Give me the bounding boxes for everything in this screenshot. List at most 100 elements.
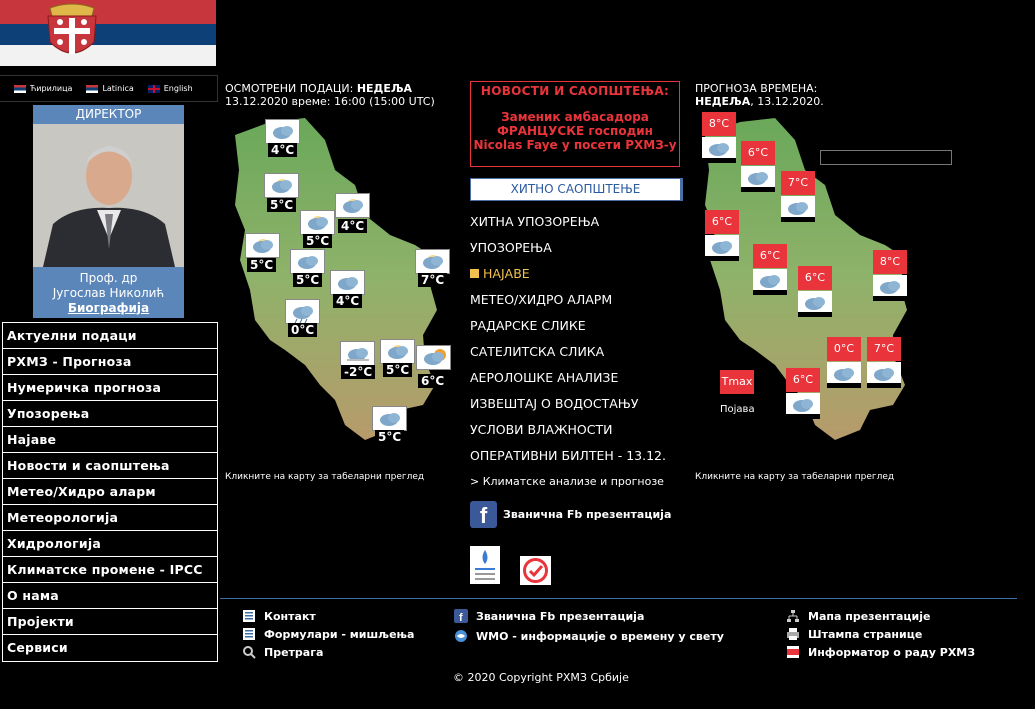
left-nav-item[interactable]: О нама: [3, 583, 217, 609]
mid-nav-item[interactable]: УПОЗОРЕЊА: [470, 240, 695, 266]
weather-condition-icon[interactable]: [285, 299, 320, 324]
mid-nav-item[interactable]: РАДАРСКЕ СЛИКЕ: [470, 318, 695, 344]
forecast-weather-icon[interactable]: [827, 362, 861, 388]
left-navigation: Актуелни подаци РХМЗ - Прогноза Нумеричка …: [2, 322, 218, 662]
lang-english-link[interactable]: English: [147, 84, 193, 93]
forecast-temperature: 6°C: [741, 141, 775, 165]
urgent-notice-button[interactable]: ХИТНО САОПШТЕЊЕ: [470, 178, 683, 201]
forecast-weather-icon[interactable]: [741, 166, 775, 192]
left-nav-item[interactable]: Упозорења: [3, 401, 217, 427]
search-input[interactable]: [820, 150, 952, 165]
mid-nav-item[interactable]: АЕРОЛОШКЕ АНАЛИЗЕ: [470, 370, 695, 396]
certification-logo[interactable]: [470, 546, 500, 584]
printer-icon: [787, 628, 799, 640]
mid-nav-item[interactable]: НАЈАВЕ: [470, 266, 695, 292]
observed-temperature: 5°C: [375, 430, 405, 444]
observed-data-header: ОСМОТРЕНИ ПОДАЦИ: НЕДЕЉА 13.12.2020 врем…: [225, 82, 435, 108]
mid-nav-item[interactable]: УСЛОВИ ВЛАЖНОСТИ: [470, 422, 695, 448]
weather-condition-icon[interactable]: [265, 119, 300, 144]
forecast-weather-icon[interactable]: [705, 235, 739, 261]
mid-nav-item[interactable]: ОПЕРАТИВНИ БИЛТЕН - 13.12.: [470, 448, 695, 474]
contact-link[interactable]: Контакт: [242, 609, 316, 623]
weather-condition-icon[interactable]: [300, 210, 335, 235]
left-nav-item[interactable]: Метео/Хидро аларм: [3, 479, 217, 505]
wmo-link[interactable]: WMO - информације о времену у свету: [454, 629, 724, 643]
left-nav-item[interactable]: Пројекти: [3, 609, 217, 635]
observed-temperature: -2°C: [341, 365, 376, 379]
forecast-temperature: 7°C: [781, 171, 815, 195]
forecast-weather-icon[interactable]: [873, 275, 907, 301]
weather-condition-icon[interactable]: [245, 233, 280, 258]
weather-condition-icon[interactable]: [380, 339, 415, 364]
print-link[interactable]: Штампа странице: [786, 627, 922, 641]
sitemap-link[interactable]: Мапа презентације: [786, 609, 931, 623]
left-nav-item[interactable]: РХМЗ - Прогноза: [3, 349, 217, 375]
news-line-1: Заменик амбасадора: [501, 110, 649, 124]
mid-nav-item[interactable]: ИЗВЕШТАЈ О ВОДОСТАЊУ: [470, 396, 695, 422]
forecast-temperature: 6°C: [786, 368, 820, 392]
active-marker-icon: [470, 269, 479, 278]
coat-of-arms-icon: [47, 3, 97, 54]
forms-link[interactable]: Формулари - мишљења: [242, 627, 414, 641]
climate-analysis-link[interactable]: > Климатске анализе и прогнозе: [470, 475, 664, 488]
weather-condition-icon[interactable]: [416, 345, 451, 370]
director-photo: [33, 124, 184, 267]
weather-condition-icon[interactable]: [330, 270, 365, 295]
left-nav-item[interactable]: Климатске промене - IPCC: [3, 557, 217, 583]
forecast-weather-icon[interactable]: [798, 291, 832, 317]
search-link[interactable]: Претрага: [242, 645, 323, 659]
observed-temperature: 7°C: [418, 273, 448, 287]
left-nav-item[interactable]: Метеорологија: [3, 505, 217, 531]
left-nav-item[interactable]: Сервиси: [3, 635, 217, 661]
observed-temperature: 4°C: [333, 294, 363, 308]
weather-condition-icon[interactable]: [415, 249, 450, 274]
forecast-header: ПРОГНОЗА ВРЕМЕНА: НЕДЕЉА, 13.12.2020.: [695, 82, 824, 108]
weather-condition-icon[interactable]: [290, 249, 325, 274]
forecast-weather-icon[interactable]: [867, 362, 901, 388]
director-name: Југослав Николић: [52, 286, 165, 300]
facebook-link[interactable]: f Званична Fb презентација: [470, 501, 671, 528]
weather-condition-icon[interactable]: [340, 341, 375, 366]
observed-temperature: 5°C: [267, 198, 297, 212]
forecast-temperature: 7°C: [867, 337, 901, 361]
left-nav-item[interactable]: Актуелни подаци: [3, 323, 217, 349]
informator-link[interactable]: Информатор о раду РХМЗ: [786, 645, 975, 659]
biography-link[interactable]: Биографија: [33, 301, 184, 316]
observed-temperature: 6°C: [418, 374, 448, 388]
forecast-weather-icon[interactable]: [702, 137, 736, 163]
facebook-icon: f: [470, 501, 497, 528]
news-line-3: Nicolas Faye у посети РХМЗ-у: [473, 138, 677, 152]
forecast-temperature: 8°C: [702, 112, 736, 136]
director-panel: ДИРЕКТОР Проф. др Југослав Николић Биогр…: [33, 105, 184, 318]
forecast-weather-icon[interactable]: [781, 196, 815, 222]
left-nav-item[interactable]: Новости и саопштења: [3, 453, 217, 479]
weather-condition-icon[interactable]: [264, 173, 299, 198]
quality-logo[interactable]: [520, 556, 551, 585]
mid-nav-item[interactable]: ХИТНА УПОЗОРЕЊА: [470, 214, 695, 240]
left-nav-item[interactable]: Нумеричка прогноза: [3, 375, 217, 401]
wmo-globe-icon: [455, 630, 467, 642]
serbian-flag-icon: [86, 84, 99, 93]
left-nav-item[interactable]: Најаве: [3, 427, 217, 453]
weather-condition-icon[interactable]: [372, 406, 407, 431]
footer-facebook-link[interactable]: f Званична Fb презентација: [454, 609, 644, 623]
forecast-map-note: Кликните на карту за табеларни преглед: [695, 472, 895, 482]
uk-flag-icon: [147, 84, 160, 93]
observed-temperature: 5°C: [303, 234, 333, 248]
lang-cyrillic-link[interactable]: Ћирилица: [14, 84, 72, 93]
director-degree: Проф. др: [79, 271, 138, 285]
mid-nav-item[interactable]: МЕТЕО/ХИДРО АЛАРМ: [470, 292, 695, 318]
left-nav-item[interactable]: Хидрологија: [3, 531, 217, 557]
observed-temperature: 5°C: [383, 363, 413, 377]
weather-condition-icon[interactable]: [335, 193, 370, 218]
copyright-text: © 2020 Copyright РХМЗ Србије: [453, 671, 629, 684]
forecast-temperature: 6°C: [753, 244, 787, 268]
forecast-weather-icon[interactable]: [753, 269, 787, 295]
facebook-icon: f: [454, 609, 468, 623]
observed-temperature: 5°C: [293, 273, 323, 287]
news-box[interactable]: НОВОСТИ И САОПШТЕЊА: Заменик амбасадора …: [470, 81, 680, 167]
lang-latin-link[interactable]: Latinica: [86, 84, 134, 93]
forecast-weather-icon[interactable]: [786, 393, 820, 419]
mid-nav-item[interactable]: САТЕЛИТСКА СЛИКА: [470, 344, 695, 370]
observed-temperature: 0°C: [288, 323, 318, 337]
